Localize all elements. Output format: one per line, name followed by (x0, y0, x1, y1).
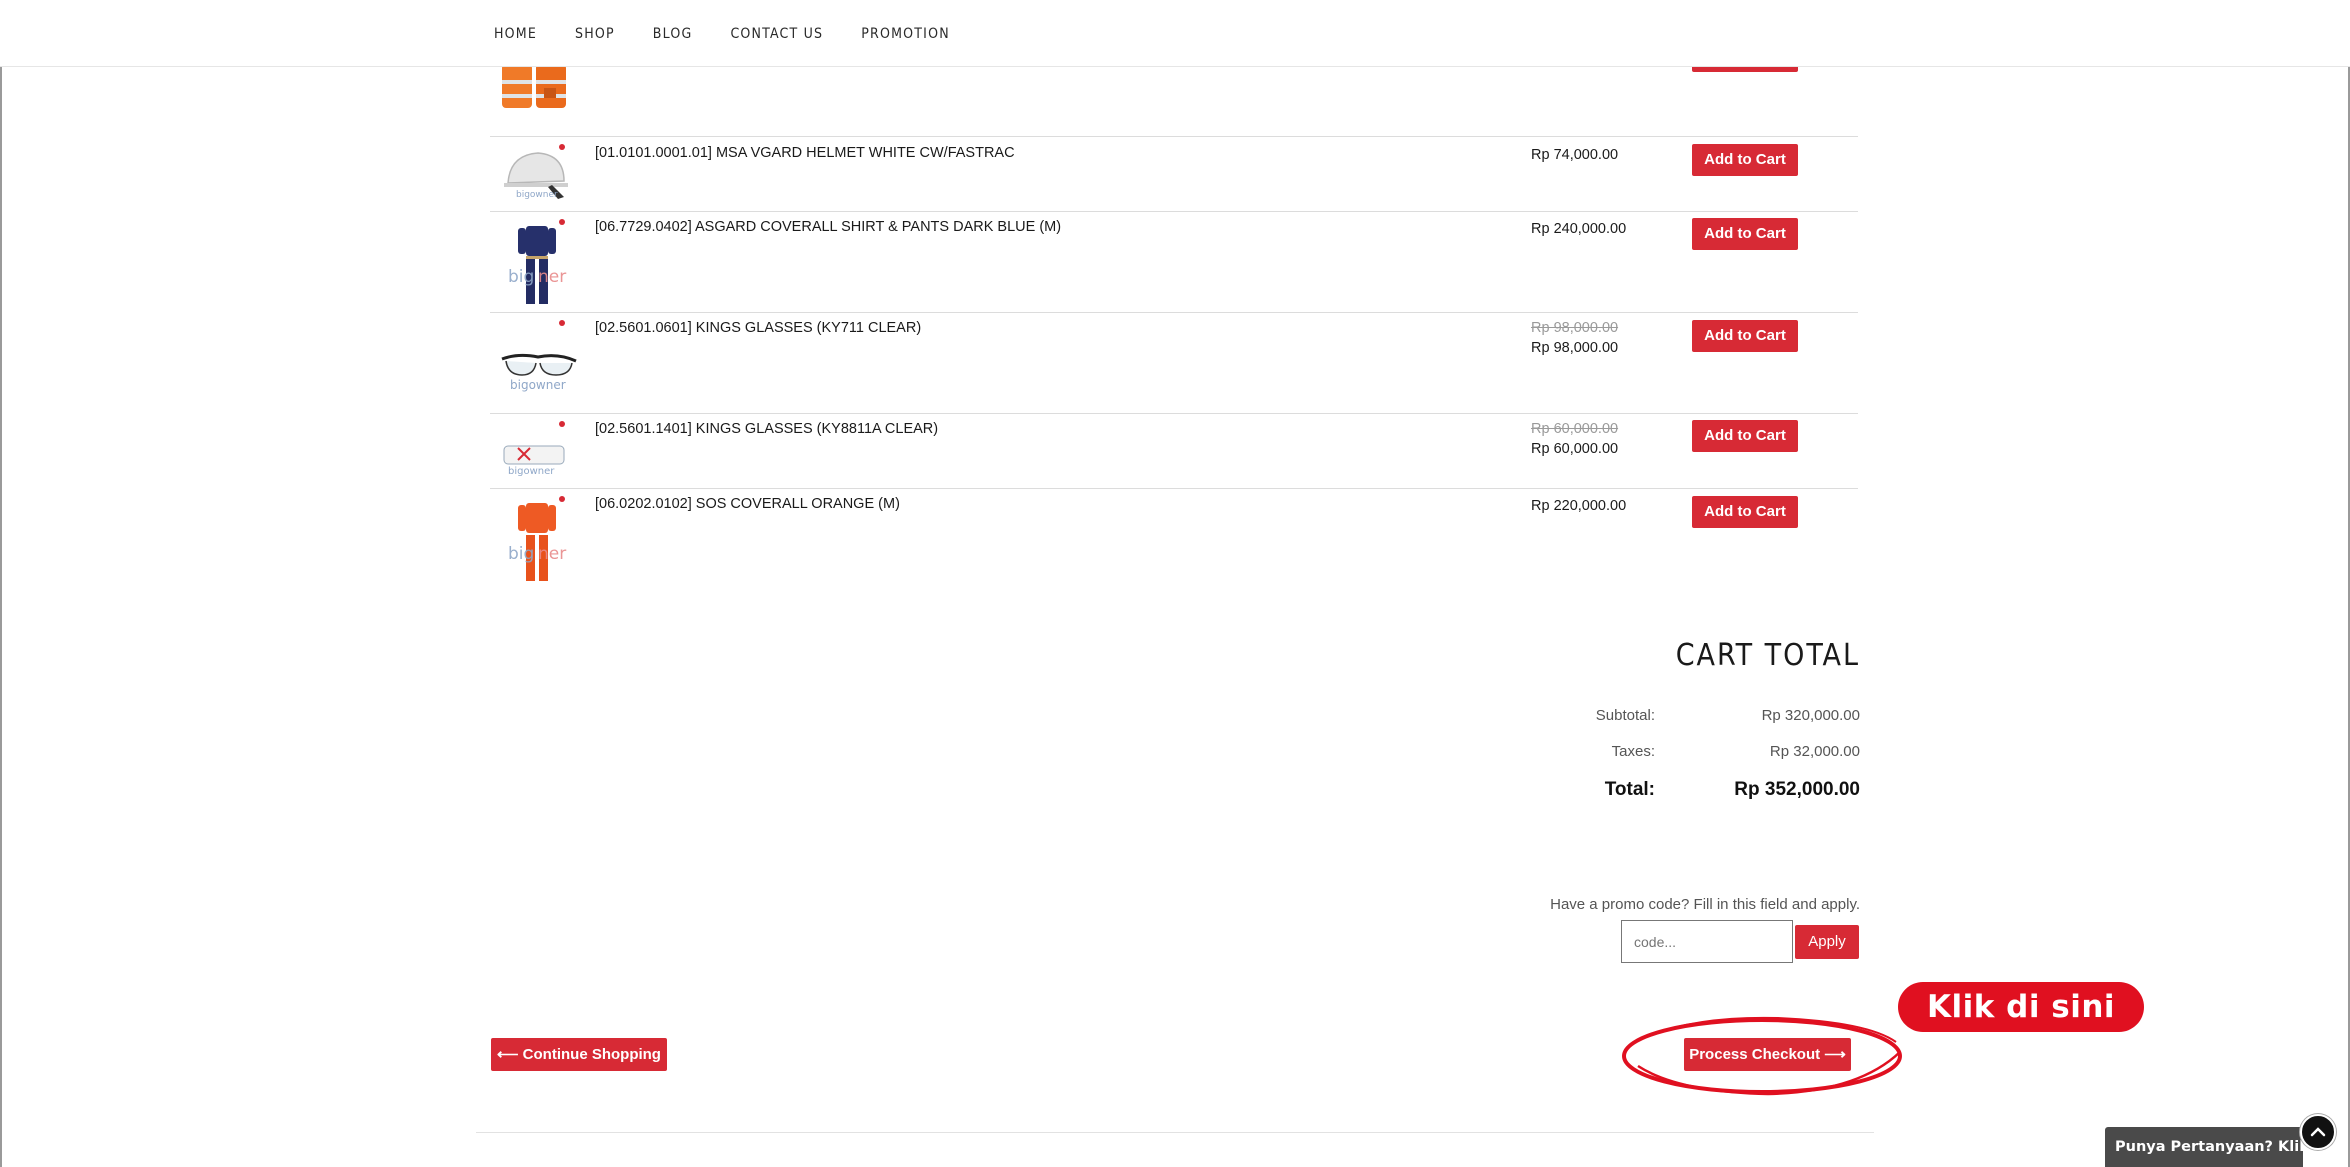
table-row: big ner [06.7729.0402] ASGARD COVERALL S… (490, 212, 1858, 313)
nav-promotion[interactable]: PROMOTION (861, 26, 950, 42)
nav-links: HOME SHOP BLOG CONTACT US PROMOTION (494, 26, 988, 42)
total-value: Rp 352,000.00 (1734, 779, 1860, 800)
chevron-up-icon (2310, 1127, 2326, 1137)
add-to-cart-button[interactable]: Add to Cart (1692, 420, 1798, 452)
add-to-cart-button[interactable]: Add to Cart (1692, 218, 1798, 250)
promo-code-input[interactable] (1621, 920, 1793, 963)
svg-text:big: big (508, 267, 534, 287)
product-price: Rp 74,000.00 (1531, 145, 1618, 165)
price-current: Rp 98,000.00 (1531, 340, 1619, 356)
footer-divider (476, 1132, 1874, 1133)
continue-shopping-button[interactable]: ⟵ Continue Shopping (491, 1038, 667, 1071)
total-label: Total: (1604, 779, 1655, 800)
coverall-blue-image: big ner (508, 219, 566, 304)
price-current: Rp 240,000.00 (1531, 221, 1627, 237)
process-checkout-button[interactable]: Process Checkout ⟶ (1684, 1038, 1851, 1071)
vest-image (502, 64, 566, 108)
svg-text:big: big (508, 544, 534, 564)
subtotal-value: Rp 320,000.00 (1761, 707, 1860, 724)
product-name[interactable]: [06.7729.0402] ASGARD COVERALL SHIRT & P… (595, 219, 1061, 235)
svg-text:bigowner: bigowner (516, 190, 558, 200)
taxes-label: Taxes: (1611, 743, 1655, 760)
svg-text:bigowner: bigowner (508, 466, 555, 477)
subtotal-label: Subtotal: (1595, 707, 1655, 724)
price-current: Rp 60,000.00 (1531, 441, 1619, 457)
price-original: Rp 60,000.00 (1531, 421, 1619, 437)
add-to-cart-button[interactable]: Add to Cart (1692, 496, 1798, 528)
glasses-image: bigowner (503, 421, 565, 477)
svg-text:bigowner: bigowner (510, 378, 566, 392)
product-price: Rp 60,000.00 Rp 60,000.00 (1531, 419, 1618, 459)
promo-hint: Have a promo code? Fill in this field an… (1550, 896, 1860, 913)
chat-widget[interactable]: Punya Pertanyaan? Klik di sini (2105, 1127, 2303, 1167)
add-to-cart-button[interactable]: Add to Cart (1692, 144, 1798, 176)
product-price: Rp 240,000.00 (1531, 219, 1626, 239)
nav-blog[interactable]: BLOG (653, 26, 693, 42)
click-here-callout: Klik di sini (1898, 982, 2144, 1032)
apply-button[interactable]: Apply (1795, 925, 1859, 959)
cart-total-title: CART TOTAL (1675, 638, 1860, 673)
taxes-value: Rp 32,000.00 (1769, 743, 1860, 760)
product-name[interactable]: [01.0101.0001.01] MSA VGARD HELMET WHITE… (595, 145, 1015, 161)
price-original: Rp 98,000.00 (1531, 320, 1619, 336)
price-current: Rp 74,000.00 (1531, 147, 1619, 163)
product-name[interactable]: [06.0202.0102] SOS COVERALL ORANGE (M) (595, 496, 900, 512)
scroll-to-top-button[interactable] (2300, 1114, 2336, 1150)
table-row: bigowner [02.5601.0601] KINGS GLASSES (K… (490, 313, 1858, 414)
svg-text:ner: ner (538, 544, 566, 564)
svg-text:ner: ner (538, 267, 566, 287)
nav-contact-us[interactable]: CONTACT US (730, 26, 823, 42)
add-to-cart-button[interactable]: Add to Cart (1692, 320, 1798, 352)
nav-shop[interactable]: SHOP (575, 26, 615, 42)
helmet-image: bigowner (504, 144, 568, 200)
table-row: bigowner [02.5601.1401] KINGS GLASSES (K… (490, 414, 1858, 489)
table-row: bigowner [01.0101.0001.01] MSA VGARD HEL… (490, 137, 1858, 212)
nav-home[interactable]: HOME (494, 26, 537, 42)
table-row: big ner [06.0202.0102] SOS COVERALL ORAN… (490, 489, 1858, 589)
coverall-orange-image: big ner (508, 496, 566, 581)
product-name[interactable]: [02.5601.1401] KINGS GLASSES (KY8811A CL… (595, 421, 938, 437)
product-price: Rp 98,000.00 Rp 98,000.00 (1531, 318, 1618, 358)
product-name[interactable]: [02.5601.0601] KINGS GLASSES (KY711 CLEA… (595, 320, 921, 336)
product-price: Rp 220,000.00 (1531, 496, 1626, 516)
price-current: Rp 220,000.00 (1531, 498, 1627, 514)
glasses-image: bigowner (501, 320, 577, 392)
top-navigation: HOME SHOP BLOG CONTACT US PROMOTION (0, 0, 2350, 67)
